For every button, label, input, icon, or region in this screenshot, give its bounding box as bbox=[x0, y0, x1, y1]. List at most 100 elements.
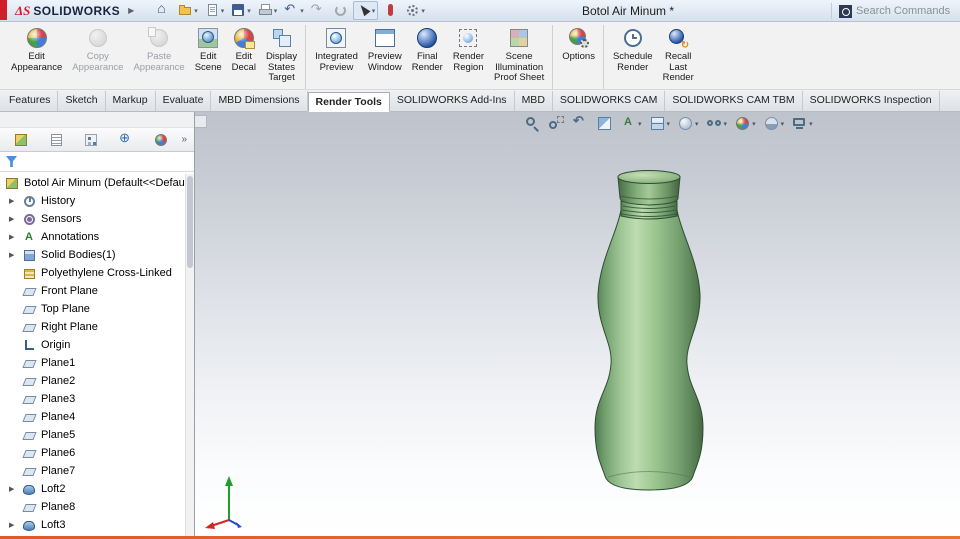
panel-tab[interactable] bbox=[11, 130, 31, 150]
preview-window-button[interactable]: Preview Window bbox=[363, 25, 407, 89]
tree-item[interactable]: ▶ Plane6 bbox=[0, 444, 194, 462]
hud-button[interactable]: ▾ bbox=[706, 115, 728, 132]
schedule-render-button[interactable]: Schedule Render bbox=[602, 25, 658, 89]
command-tab[interactable]: MBD bbox=[515, 91, 553, 111]
tree-item[interactable]: ▶ Plane7 bbox=[0, 462, 194, 480]
toolbar-button[interactable]: ▾ bbox=[229, 2, 253, 19]
dropdown-caret-icon[interactable]: ▾ bbox=[274, 7, 278, 15]
recall-last-render-button[interactable]: Recall Last Render bbox=[658, 25, 699, 89]
copy-appearance-button[interactable]: Copy Appearance bbox=[67, 25, 128, 89]
toolbar-button[interactable]: ▾ bbox=[352, 1, 379, 20]
hud-button[interactable]: ▾ bbox=[548, 115, 565, 132]
graphics-area[interactable]: ▾ ▾ ▾ ▾ bbox=[195, 112, 960, 536]
expand-arrow-icon[interactable]: ▶ bbox=[9, 486, 22, 493]
hud-button[interactable]: ▾ bbox=[677, 115, 699, 132]
tree-item[interactable]: ▶ Plane3 bbox=[0, 390, 194, 408]
toolbar-button[interactable]: ▾ bbox=[256, 2, 280, 19]
panel-resize-handle[interactable] bbox=[195, 115, 207, 128]
tree-item[interactable]: ▶ Plane4 bbox=[0, 408, 194, 426]
search-commands-input[interactable] bbox=[856, 5, 956, 17]
toolbar-button[interactable]: ▾ bbox=[309, 1, 328, 19]
hud-button[interactable]: ▾ bbox=[791, 115, 813, 132]
edit-appearance-button[interactable]: Edit Appearance bbox=[6, 25, 67, 89]
tree-item[interactable]: ▶ Right Plane bbox=[0, 318, 194, 336]
expand-arrow-icon[interactable]: ▶ bbox=[9, 252, 22, 259]
command-tab[interactable]: SOLIDWORKS Inspection bbox=[803, 91, 940, 111]
integrated-preview-button[interactable]: Integrated Preview bbox=[305, 25, 363, 89]
panel-tab[interactable] bbox=[116, 130, 136, 150]
tree-item[interactable]: ▶ Plane2 bbox=[0, 372, 194, 390]
expand-arrow-icon[interactable]: ▶ bbox=[9, 198, 22, 205]
panel-tab[interactable] bbox=[81, 130, 101, 150]
dropdown-caret-icon[interactable]: ▾ bbox=[221, 7, 225, 15]
dropdown-caret-icon[interactable]: ▾ bbox=[194, 7, 198, 15]
expand-arrow-icon[interactable]: ▶ bbox=[9, 522, 22, 529]
tree-item[interactable]: ▶ Plane1 bbox=[0, 354, 194, 372]
command-tab[interactable]: SOLIDWORKS CAM TBM bbox=[665, 91, 803, 111]
dropdown-caret-icon[interactable]: ▾ bbox=[724, 120, 728, 128]
tree-item[interactable]: ▶ Plane5 bbox=[0, 426, 194, 444]
hud-button[interactable]: ▾ bbox=[524, 115, 541, 132]
hud-button[interactable]: ▾ bbox=[763, 115, 785, 132]
command-tab[interactable]: Sketch bbox=[58, 91, 106, 111]
tree-item[interactable]: ▶ History bbox=[0, 192, 194, 210]
dropdown-caret-icon[interactable]: ▾ bbox=[781, 120, 785, 128]
command-tab[interactable]: MBD Dimensions bbox=[211, 91, 308, 111]
hud-button[interactable]: ▾ bbox=[620, 115, 642, 132]
dropdown-caret-icon[interactable]: ▾ bbox=[421, 7, 425, 15]
toolbar-button[interactable]: ▾ bbox=[203, 2, 227, 19]
hud-button[interactable]: ▾ bbox=[596, 115, 613, 132]
dropdown-caret-icon[interactable]: ▾ bbox=[752, 120, 756, 128]
dropdown-caret-icon[interactable]: ▾ bbox=[300, 7, 304, 15]
toolbar-button[interactable]: ▾ bbox=[282, 1, 306, 19]
tree-item[interactable]: ▶ Front Plane bbox=[0, 282, 194, 300]
tree-item[interactable]: ▶ Annotations bbox=[0, 228, 194, 246]
edit-decal-button[interactable]: Edit Decal bbox=[227, 25, 261, 89]
tree-item[interactable]: ▶ Top Plane bbox=[0, 300, 194, 318]
command-tab[interactable]: Render Tools bbox=[307, 92, 390, 112]
render-region-button[interactable]: Render Region bbox=[448, 25, 489, 89]
dropdown-caret-icon[interactable]: ▾ bbox=[638, 120, 642, 128]
command-tab[interactable]: Evaluate bbox=[156, 91, 212, 111]
command-tab[interactable]: Markup bbox=[106, 91, 156, 111]
tree-item[interactable]: ▶ Plane8 bbox=[0, 498, 194, 516]
tree-item[interactable]: ▶ Loft3 bbox=[0, 516, 194, 534]
panel-tabs-overflow-icon[interactable]: » bbox=[178, 134, 190, 145]
dropdown-caret-icon[interactable]: ▾ bbox=[695, 120, 699, 128]
hud-button[interactable]: ▾ bbox=[734, 115, 756, 132]
tree-filter-bar[interactable] bbox=[0, 152, 194, 172]
hud-button[interactable]: ▾ bbox=[649, 115, 671, 132]
panel-tab[interactable] bbox=[46, 130, 66, 150]
expand-arrow-icon[interactable]: ▶ bbox=[9, 234, 22, 241]
tree-item[interactable]: ▶ Solid Bodies(1) bbox=[0, 246, 194, 264]
tree-item[interactable]: ▶ Loft2 bbox=[0, 480, 194, 498]
search-icon[interactable] bbox=[839, 4, 852, 18]
tree-item[interactable]: ▶ Botol Air Minum (Default<<Defau bbox=[0, 174, 194, 192]
paste-appearance-button[interactable]: Paste Appearance bbox=[128, 25, 189, 89]
toolbar-button[interactable]: ▾ bbox=[381, 2, 400, 19]
tree-item[interactable]: ▶ Sensors bbox=[0, 210, 194, 228]
panel-tab[interactable] bbox=[151, 130, 171, 150]
display-states-target-button[interactable]: Display States Target bbox=[261, 25, 302, 89]
tree-item[interactable]: ▶ Polyethylene Cross-Linked bbox=[0, 264, 194, 282]
command-tab[interactable]: Features bbox=[2, 91, 59, 111]
final-render-button[interactable]: Final Render bbox=[407, 25, 448, 89]
tree-scrollbar[interactable] bbox=[185, 174, 194, 536]
tree-item[interactable]: ▶ Origin bbox=[0, 336, 194, 354]
toolbar-button[interactable]: ▾ bbox=[331, 2, 350, 19]
bottle-body[interactable] bbox=[594, 209, 704, 491]
command-tab[interactable]: SOLIDWORKS Add-Ins bbox=[390, 91, 515, 111]
scene-illumination-proof-sheet-button[interactable]: Scene Illumination Proof Sheet bbox=[489, 25, 549, 89]
scrollbar-thumb[interactable] bbox=[187, 176, 193, 268]
dropdown-caret-icon[interactable]: ▾ bbox=[372, 7, 376, 15]
options-button[interactable]: Options bbox=[552, 25, 600, 89]
hud-button[interactable]: ▾ bbox=[572, 113, 589, 132]
edit-scene-button[interactable]: Edit Scene bbox=[190, 25, 227, 89]
bottle-model[interactable] bbox=[584, 168, 714, 494]
dropdown-caret-icon[interactable]: ▾ bbox=[247, 7, 251, 15]
toolbar-button[interactable]: ▾ bbox=[154, 0, 173, 19]
dropdown-caret-icon[interactable]: ▾ bbox=[809, 120, 813, 128]
dropdown-caret-icon[interactable]: ▾ bbox=[667, 120, 671, 128]
expand-arrow-icon[interactable]: ▶ bbox=[9, 216, 22, 223]
command-tab[interactable]: SOLIDWORKS CAM bbox=[553, 91, 666, 111]
